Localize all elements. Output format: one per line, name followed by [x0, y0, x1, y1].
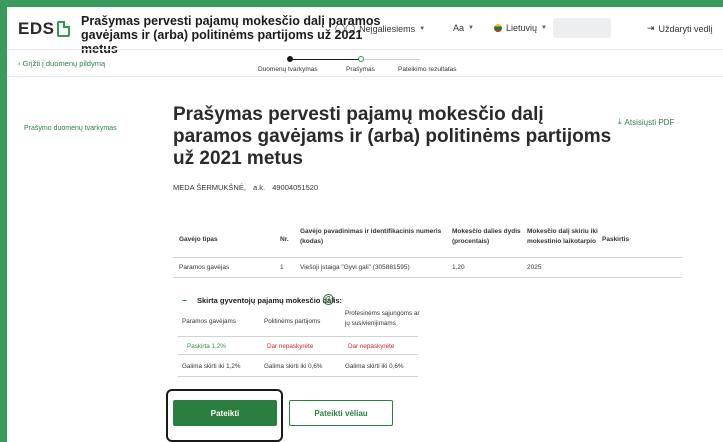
app-window: EDS Prašymas pervesti pajamų mokesčio da… [7, 7, 723, 442]
table-cell: 2025 [527, 264, 542, 271]
collapse-toggle[interactable]: – [182, 295, 187, 305]
info-icon[interactable]: ? [323, 294, 334, 305]
column-header: Mokesčio dalį skiriu iki mokestinio laik… [527, 228, 598, 245]
allocation-header: Paramos gavėjams [182, 318, 236, 325]
submit-button[interactable]: Pateikti [173, 400, 277, 426]
table-cell: Paramos gavėjas [179, 264, 230, 271]
allocation-status: Dar nepaskyrėte [267, 343, 314, 350]
step-dot-1 [287, 56, 293, 62]
language-menu[interactable]: Lietuvių ▼ [494, 23, 547, 33]
table-cell: 1 [280, 264, 284, 271]
back-link[interactable]: ‹ Grįžti į duomenų pildymą [18, 59, 105, 68]
person-info: MEDA ŠERMUKŠNĖ, a.k. 49004051520 [173, 183, 323, 192]
font-size-menu[interactable]: Aa ▼ [453, 23, 474, 33]
column-header: Gavėjo tipas [179, 236, 218, 243]
sidebar-item-data-management[interactable]: Prašymo duomenų tvarkymas [24, 125, 117, 132]
language-label: Lietuvių [506, 23, 538, 33]
font-size-label: Aa [453, 23, 465, 33]
allocation-header: Politinėms partijoms [264, 318, 321, 325]
close-label: Uždaryti vedlį [658, 23, 713, 34]
chevron-down-icon: ▼ [468, 25, 474, 31]
allocation-limit: Galima skirti iki 0,6% [264, 363, 323, 370]
top-header: EDS Prašymas pervesti pajamų mokesčio da… [7, 7, 723, 56]
person-code: 49004051520 [272, 183, 319, 192]
page-title: Prašymas pervesti pajamų mokesčio dalį p… [173, 104, 612, 169]
logo-text: EDS [18, 19, 55, 38]
column-header: Mokesčio dalies dydis (procentais) [452, 228, 521, 245]
close-wizard-link[interactable]: ⇥ Uždaryti vedlį [647, 23, 713, 34]
download-label: Atsisiųsti PDF [624, 117, 675, 127]
lithuania-flag-icon [494, 24, 502, 32]
table-cell: 1,20 [452, 264, 465, 271]
allocation-title: Skirta gyventojų pajamų mokesčio dalis: [197, 296, 343, 305]
submit-later-button[interactable]: Pateikti vėliau [289, 400, 393, 426]
allocation-limit: Galima skirti iki 1,2% [182, 363, 241, 370]
allocation-header: Profesinėms sąjungoms ar jų susivienijim… [345, 310, 420, 327]
exit-icon: ⇥ [647, 23, 655, 33]
eds-logo[interactable]: EDS [18, 19, 71, 39]
progress-stepper: Duomenų tvarkymas Prašymas Pateikimo rez… [253, 54, 493, 74]
glasses-icon: ◯◯ [335, 23, 356, 33]
allocation-status: Dar nepaskyrėte [348, 343, 395, 350]
step-label-2: Prašymas [346, 66, 375, 73]
accessibility-label: Neįgaliesiems [359, 23, 416, 34]
download-icon: ⤓ [618, 117, 622, 126]
column-header: Gavėjo pavadinimas ir identifikacinis nu… [300, 228, 442, 245]
chevron-down-icon: ▼ [419, 25, 426, 32]
user-placeholder-box [553, 18, 611, 38]
allocation-status: Paskirta 1,2% [187, 343, 226, 350]
recipients-table: Gavėjo tipas Nr. Gavėjo pavadinimas ir i… [173, 221, 682, 278]
person-name: MEDA ŠERMUKŠNĖ, [173, 183, 246, 192]
person-code-label: a.k. [253, 183, 266, 192]
stepper-line-done [290, 59, 360, 60]
document-icon [57, 21, 71, 37]
divider [178, 354, 418, 355]
back-label: Grįžti į duomenų pildymą [22, 59, 106, 68]
divider [178, 336, 418, 337]
column-header: Paskirtis [602, 236, 630, 243]
chevron-down-icon: ▼ [541, 25, 547, 31]
step-label-3: Pateikimo rezultatas [398, 66, 457, 73]
accessibility-menu[interactable]: ◯◯ Neįgaliesiems ▼ [335, 23, 425, 34]
step-dot-2 [358, 56, 364, 62]
allocation-limit: Galima skirti iki 0,6% [345, 363, 404, 370]
subheader: ‹ Grįžti į duomenų pildymą Duomenų tvark… [7, 49, 723, 77]
step-label-1: Duomenų tvarkymas [258, 66, 318, 73]
table-header: Gavėjo tipas Nr. Gavėjo pavadinimas ir i… [173, 221, 682, 258]
table-cell: Viešoji įstaiga "Gyvi gali" (305881595) [300, 264, 410, 271]
column-header: Nr. [280, 236, 289, 243]
download-pdf-link[interactable]: ⤓ Atsisiųsti PDF [618, 117, 674, 127]
divider [178, 376, 418, 377]
table-row[interactable]: Paramos gavėjas 1 Viešoji įstaiga "Gyvi … [173, 258, 682, 278]
stepper-line-pending [360, 59, 420, 60]
chevron-left-icon: ‹ [18, 59, 21, 68]
